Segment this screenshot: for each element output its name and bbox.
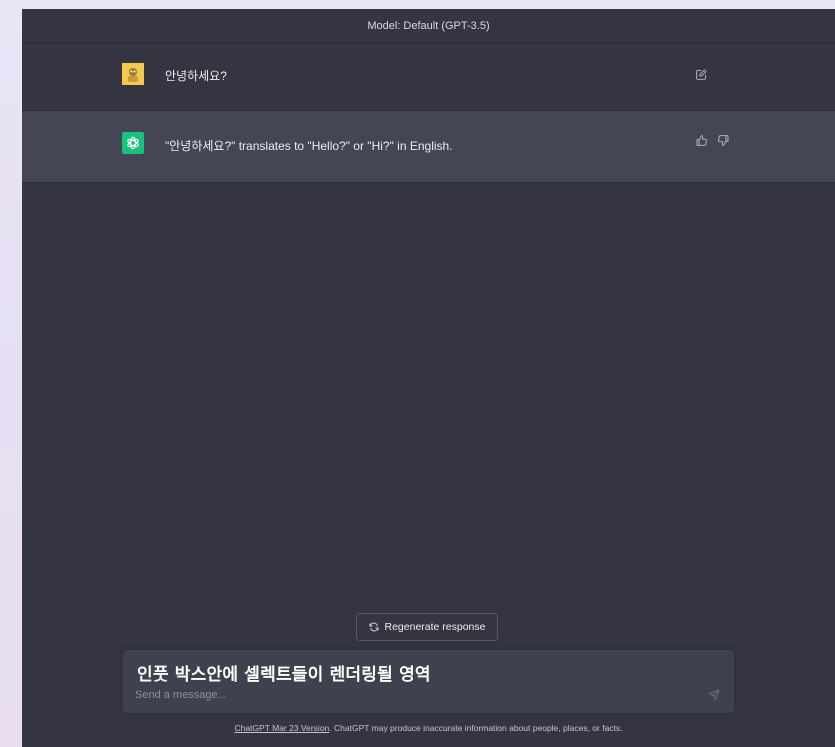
message-composer: 인풋 박스안에 셀렉트들이 렌더링될 영역 [123, 650, 734, 713]
thumbs-down-icon[interactable] [716, 133, 730, 147]
regenerate-label: Regenerate response [384, 621, 486, 633]
message-input[interactable] [135, 685, 695, 705]
model-label: Model: Default (GPT-3.5) [367, 19, 490, 32]
thumbs-up-icon[interactable] [694, 133, 708, 147]
refresh-icon [368, 622, 379, 632]
model-bar: Model: Default (GPT-3.5) [22, 9, 835, 43]
openai-logo-icon [122, 132, 144, 154]
send-button[interactable] [707, 688, 721, 702]
footer: ChatGPT Mar 23 Version. ChatGPT may prod… [22, 723, 835, 733]
send-icon [708, 689, 720, 701]
footer-disclaimer: . ChatGPT may produce inaccurate informa… [329, 723, 623, 733]
user-message-actions [694, 67, 708, 81]
user-message-row: 안녕하세요? [22, 43, 835, 111]
user-message-text: 안녕하세요? [165, 69, 227, 83]
assistant-message-actions [694, 133, 730, 147]
chat-app: Model: Default (GPT-3.5) 안녕하세요? "안녕하세요?"… [22, 9, 835, 747]
select-render-area-text: 인풋 박스안에 셀렉트들이 렌더링될 영역 [137, 665, 431, 685]
assistant-message-text: "안녕하세요?" translates to "Hello?" or "Hi?"… [165, 139, 453, 153]
edit-icon[interactable] [694, 67, 708, 81]
assistant-message-row: "안녕하세요?" translates to "Hello?" or "Hi?"… [22, 111, 835, 183]
user-avatar-icon [122, 63, 144, 85]
version-link[interactable]: ChatGPT Mar 23 Version [234, 723, 329, 733]
regenerate-response-button[interactable]: Regenerate response [356, 613, 498, 641]
